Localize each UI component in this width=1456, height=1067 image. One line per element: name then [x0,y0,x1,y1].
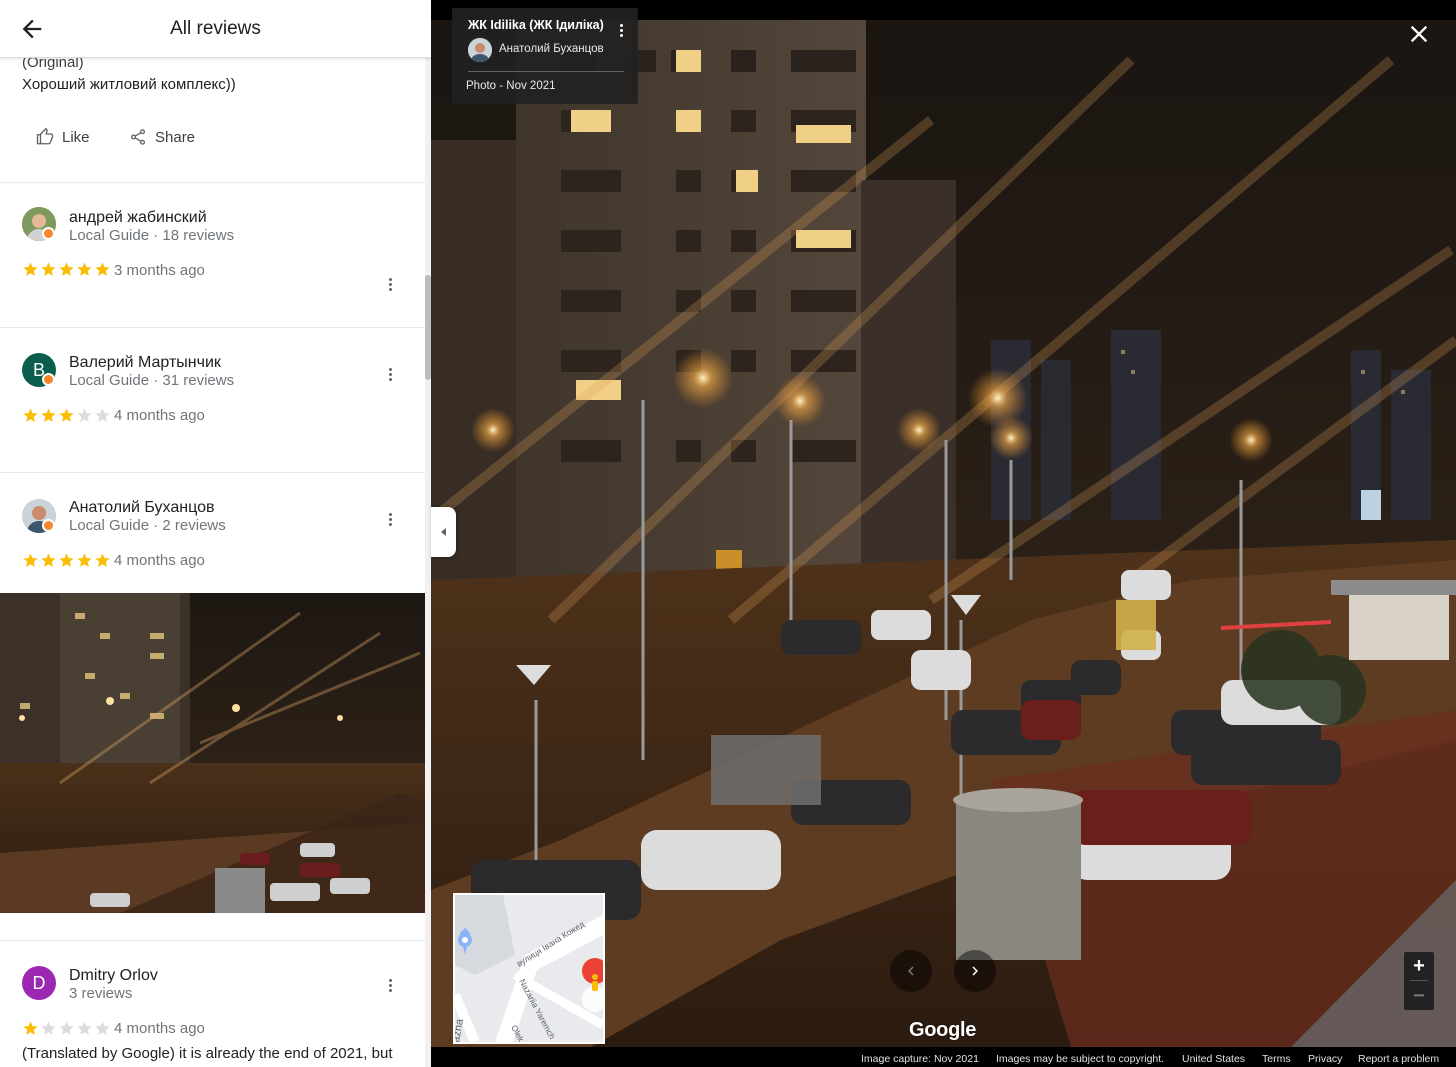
previous-photo-button[interactable] [890,950,932,992]
country-link[interactable]: United States [1182,1053,1245,1065]
star-icon [77,408,92,422]
star-icon [59,262,74,276]
star-icon [23,262,38,276]
review-photo[interactable] [0,593,425,913]
review-text: (Translated by Google) it is already the… [22,1045,393,1062]
star-icon [95,262,110,276]
place-name[interactable]: ЖК Idilika (ЖК Ідиліка) [468,18,604,32]
panel-header: All reviews [0,0,431,58]
local-guide-badge [42,227,55,240]
star-rating [22,1020,111,1037]
review-time: 4 months ago [114,1020,205,1037]
reviewer-name[interactable]: андрей жабинский [69,209,207,227]
share-label: Share [155,128,196,146]
local-guide-badge [42,373,55,386]
profile-photo [468,38,492,62]
divider [468,71,624,72]
star-icon [41,1021,56,1035]
reviewer-meta: Local Guide · 2 reviews [69,517,226,534]
star-rating [22,407,111,424]
zoom-out-button[interactable]: − [1404,982,1434,1010]
more-vert-icon[interactable] [380,364,400,384]
panel-title: All reviews [170,18,261,39]
zoom-control: + − [1404,952,1434,1010]
pegman-icon [592,974,598,991]
star-icon [59,408,74,422]
divider [1410,980,1428,981]
reviewer-name[interactable]: Анатолий Буханцов [69,499,215,517]
more-vert-icon[interactable] [380,975,400,995]
star-icon [41,262,56,276]
share-icon [130,129,146,145]
more-vert-icon[interactable] [615,20,627,40]
reviewer-meta: Local Guide · 18 reviews [69,227,235,244]
star-icon [59,553,74,567]
more-vert-icon[interactable] [380,274,400,294]
star-icon [41,553,56,567]
reviewer-name[interactable]: Dmitry Orlov [69,967,158,985]
author-name[interactable]: Анатолий Буханцов [499,43,604,55]
next-photo-button[interactable] [954,950,996,992]
review-item: В Валерий Мартынчик Local Guide · 31 rev… [0,327,425,473]
copyright-text: Images may be subject to copyright. [996,1053,1165,1065]
like-label: Like [62,128,90,146]
privacy-link[interactable]: Privacy [1308,1053,1342,1065]
author-avatar[interactable] [468,38,492,62]
chevron-right-icon [972,966,978,976]
star-icon [23,1021,38,1035]
review-time: 4 months ago [114,552,205,569]
footer-bar: Image capture: Nov 2021 Images may be su… [431,1047,1456,1067]
avatar[interactable]: D [22,966,56,1000]
review-time: 4 months ago [114,407,205,424]
star-icon [77,553,92,567]
reviewer-meta: 3 reviews [69,985,133,1002]
minimap[interactable]: вулиця Івана Кожед Nazariia Yaremch Olek… [453,893,605,1044]
avatar-letter: D [32,972,46,993]
map-thumbnail: вулиця Івана Кожед Nazariia Yaremch Olek… [455,895,603,1042]
star-icon [95,1021,110,1035]
star-icon [59,1021,74,1035]
reviewer-meta: Local Guide · 31 reviews [69,372,235,389]
thumb-up-icon [36,128,54,145]
star-icon [77,262,92,276]
report-problem-link[interactable]: Report a problem [1358,1053,1439,1065]
review-item: Анатолий Буханцов Local Guide · 2 review… [0,472,425,593]
star-icon [95,408,110,422]
star-icon [95,553,110,567]
zoom-in-button[interactable]: + [1404,952,1434,980]
local-guide-badge [42,519,55,532]
like-button[interactable]: Like [36,126,90,148]
photo-info-card: ЖК Idilika (ЖК Ідиліка) Анатолий Буханцо… [452,8,638,104]
chevron-left-icon [908,966,914,976]
caret-left-icon [440,528,446,536]
google-logo: Google [909,1019,977,1041]
more-vert-icon[interactable] [380,509,400,529]
night-scene-thumbnail [0,593,425,913]
star-icon [23,553,38,567]
close-icon[interactable] [1405,20,1433,48]
star-icon [23,408,38,422]
reviews-panel: All reviews (Original) Хороший житловий … [0,0,431,1067]
review-item: D Dmitry Orlov 3 reviews 4 months ago (T… [0,940,425,1067]
share-button[interactable]: Share [129,126,195,148]
terms-link[interactable]: Terms [1262,1053,1291,1065]
review-text: Хороший житловий комплекс)) [22,76,236,93]
star-rating [22,552,111,569]
photo-date: Photo - Nov 2021 [466,80,556,92]
review-item: андрей жабинский Local Guide · 18 review… [0,182,425,328]
reviewer-name[interactable]: Валерий Мартынчик [69,354,221,372]
review-list[interactable]: (Original) Хороший житловий комплекс)) L… [0,54,425,1067]
collapse-panel-button[interactable] [431,507,456,557]
star-icon [41,408,56,422]
star-rating [22,261,111,278]
review-time: 3 months ago [114,262,205,279]
star-icon [77,1021,92,1035]
image-capture-text: Image capture: Nov 2021 [861,1053,979,1065]
